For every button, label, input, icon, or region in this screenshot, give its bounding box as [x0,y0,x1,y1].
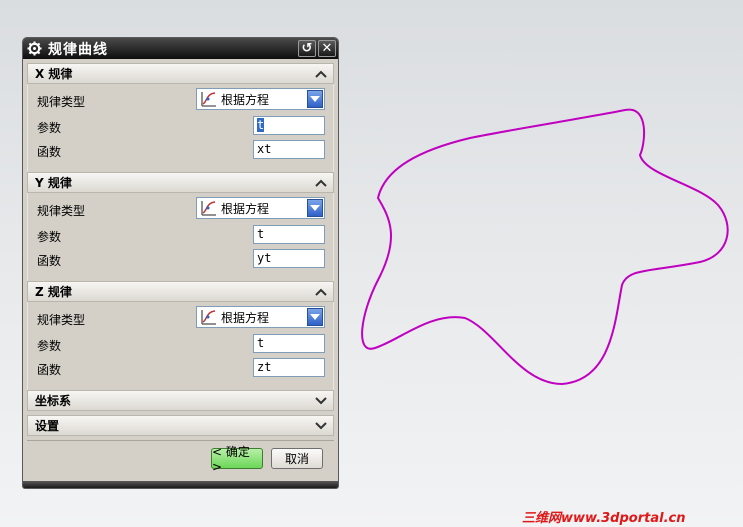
watermark: 三维网www.3dportal.cn [522,511,686,526]
law-type-label: 规律类型 [37,313,86,327]
param-input-z[interactable]: t [253,334,325,353]
gear-icon[interactable] [25,40,43,58]
dropdown-arrow-icon[interactable] [307,199,323,217]
section-title-settings: 设置 [35,419,60,433]
section-header-settings[interactable]: 设置 [27,415,334,436]
chevron-down-icon[interactable] [313,393,329,409]
param-label: 参数 [37,121,62,135]
section-header-z[interactable]: Z 规律 [27,281,334,302]
function-label: 函数 [37,254,62,268]
law-curve-icon [201,310,216,325]
curve-path[interactable] [361,108,729,386]
section-body-z: 规律类型 根据方程 参数 t 函数 zt [27,302,334,390]
law-type-dropdown[interactable]: 根据方程 [196,306,325,328]
section-body-x: 规律类型 根据方程 参数 t 函数 xt [27,84,334,172]
dialog-content: X 规律 规律类型 根据方程 参数 t 函数 xt Y 规律 规律类型 根据方程… [27,63,334,441]
param-label: 参数 [37,339,62,353]
divider [27,440,334,441]
function-input-x[interactable]: xt [253,140,325,159]
close-icon[interactable]: ✕ [318,40,336,57]
param-input-y[interactable]: t [253,225,325,244]
section-header-csys[interactable]: 坐标系 [27,390,334,411]
section-header-x[interactable]: X 规律 [27,63,334,84]
law-type-value: 根据方程 [221,201,270,216]
law-curve-icon [201,92,216,107]
reset-icon[interactable]: ↺ [298,40,316,57]
function-label: 函数 [37,363,62,377]
chevron-up-icon[interactable] [313,175,329,191]
dialog-bottom-bar [23,481,338,488]
chevron-down-icon[interactable] [313,418,329,434]
dropdown-arrow-icon[interactable] [307,308,323,326]
chevron-up-icon[interactable] [313,66,329,82]
ok-button[interactable]: < 确定 > [211,445,263,474]
law-type-label: 规律类型 [37,204,86,218]
section-title-x: X 规律 [35,67,73,81]
law-curve-icon [201,201,216,216]
section-title-y: Y 规律 [35,176,72,190]
law-type-label: 规律类型 [37,95,86,109]
section-body-y: 规律类型 根据方程 参数 t 函数 yt [27,193,334,281]
param-label: 参数 [37,230,62,244]
law-type-value: 根据方程 [221,92,270,107]
dropdown-arrow-icon[interactable] [307,90,323,108]
law-type-dropdown[interactable]: 根据方程 [196,88,325,110]
title-bar: 规律曲线 ↺ ✕ [23,38,338,59]
param-value-x: t [257,118,265,132]
param-input-x[interactable]: t [253,116,325,135]
section-title-z: Z 规律 [35,285,72,299]
function-label: 函数 [37,145,62,159]
function-input-y[interactable]: yt [253,249,325,268]
function-input-z[interactable]: zt [253,358,325,377]
section-header-y[interactable]: Y 规律 [27,172,334,193]
cancel-button[interactable]: 取消 [271,448,323,469]
dialog-title: 规律曲线 [48,41,108,58]
section-title-csys: 坐标系 [35,394,72,408]
law-curve-dialog: 规律曲线 ↺ ✕ X 规律 规律类型 根据方程 参数 t 函数 xt Y 规律 … [22,37,339,489]
law-type-dropdown[interactable]: 根据方程 [196,197,325,219]
law-type-value: 根据方程 [221,310,270,325]
chevron-up-icon[interactable] [313,284,329,300]
